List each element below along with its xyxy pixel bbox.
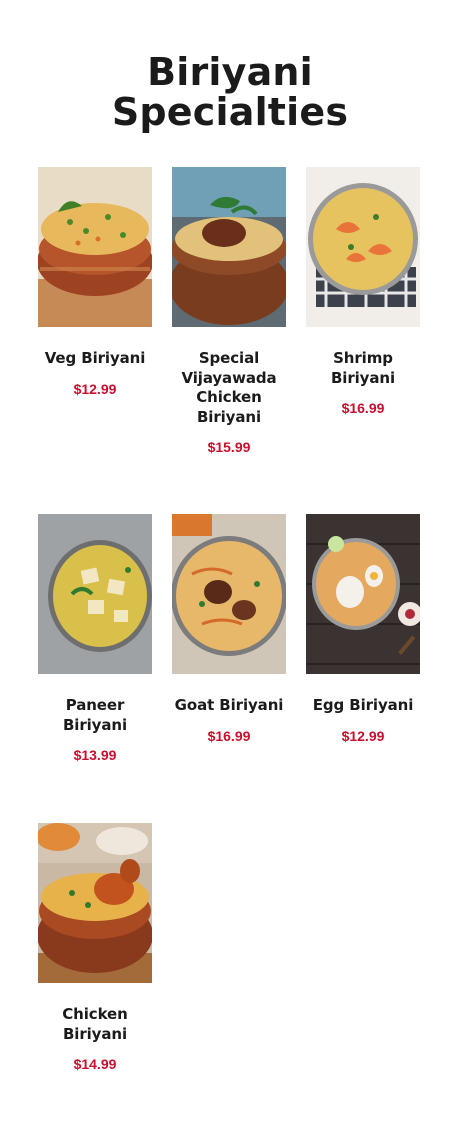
item-name: Special Vijayawada Chicken Biriyani bbox=[181, 349, 277, 426]
item-price: $13.99 bbox=[73, 747, 117, 763]
shrimp-biriyani-photo[interactable] bbox=[306, 167, 420, 327]
menu-item-veg-biriyani[interactable]: Veg Biriyani $12.99 bbox=[38, 167, 152, 399]
item-name: Chicken Biriyani bbox=[62, 1005, 128, 1043]
item-price: $16.99 bbox=[207, 727, 251, 744]
vijayawada-chicken-biriyani-photo[interactable] bbox=[172, 167, 286, 327]
item-price: $12.99 bbox=[73, 380, 117, 397]
menu-item-egg-biriyani[interactable]: Egg Biriyani $12.99 bbox=[306, 514, 420, 746]
menu-item-chicken-biriyani[interactable]: Chicken Biriyani $14.99 bbox=[38, 823, 152, 1074]
goat-biriyani-photo[interactable] bbox=[172, 514, 286, 674]
item-name: Egg Biriyani bbox=[312, 696, 414, 714]
paneer-biriyani-photo[interactable] bbox=[38, 514, 152, 674]
item-name: Goat Biriyani bbox=[174, 696, 284, 714]
item-price: $15.99 bbox=[207, 439, 251, 455]
veg-biriyani-photo[interactable] bbox=[38, 167, 152, 327]
menu-item-goat-biriyani[interactable]: Goat Biriyani $16.99 bbox=[172, 514, 286, 746]
menu-item-paneer-biriyani[interactable]: Paneer Biriyani $13.99 bbox=[38, 514, 152, 765]
menu-item-shrimp-biriyani[interactable]: Shrimp Biriyani $16.99 bbox=[306, 167, 420, 418]
item-price: $14.99 bbox=[73, 1056, 117, 1072]
item-name: Veg Biriyani bbox=[44, 349, 146, 367]
menu-grid: Veg Biriyani $12.99 Special Vijayawada C… bbox=[0, 0, 450, 1122]
item-price: $16.99 bbox=[341, 400, 385, 416]
chicken-biriyani-photo[interactable] bbox=[38, 823, 152, 983]
item-name: Paneer Biriyani bbox=[62, 696, 128, 734]
egg-biriyani-photo[interactable] bbox=[306, 514, 420, 674]
item-price: $12.99 bbox=[341, 727, 385, 744]
item-name: Shrimp Biriyani bbox=[330, 349, 396, 387]
menu-item-special-vijayawada-chicken-biriyani[interactable]: Special Vijayawada Chicken Biriyani $15.… bbox=[172, 167, 286, 457]
